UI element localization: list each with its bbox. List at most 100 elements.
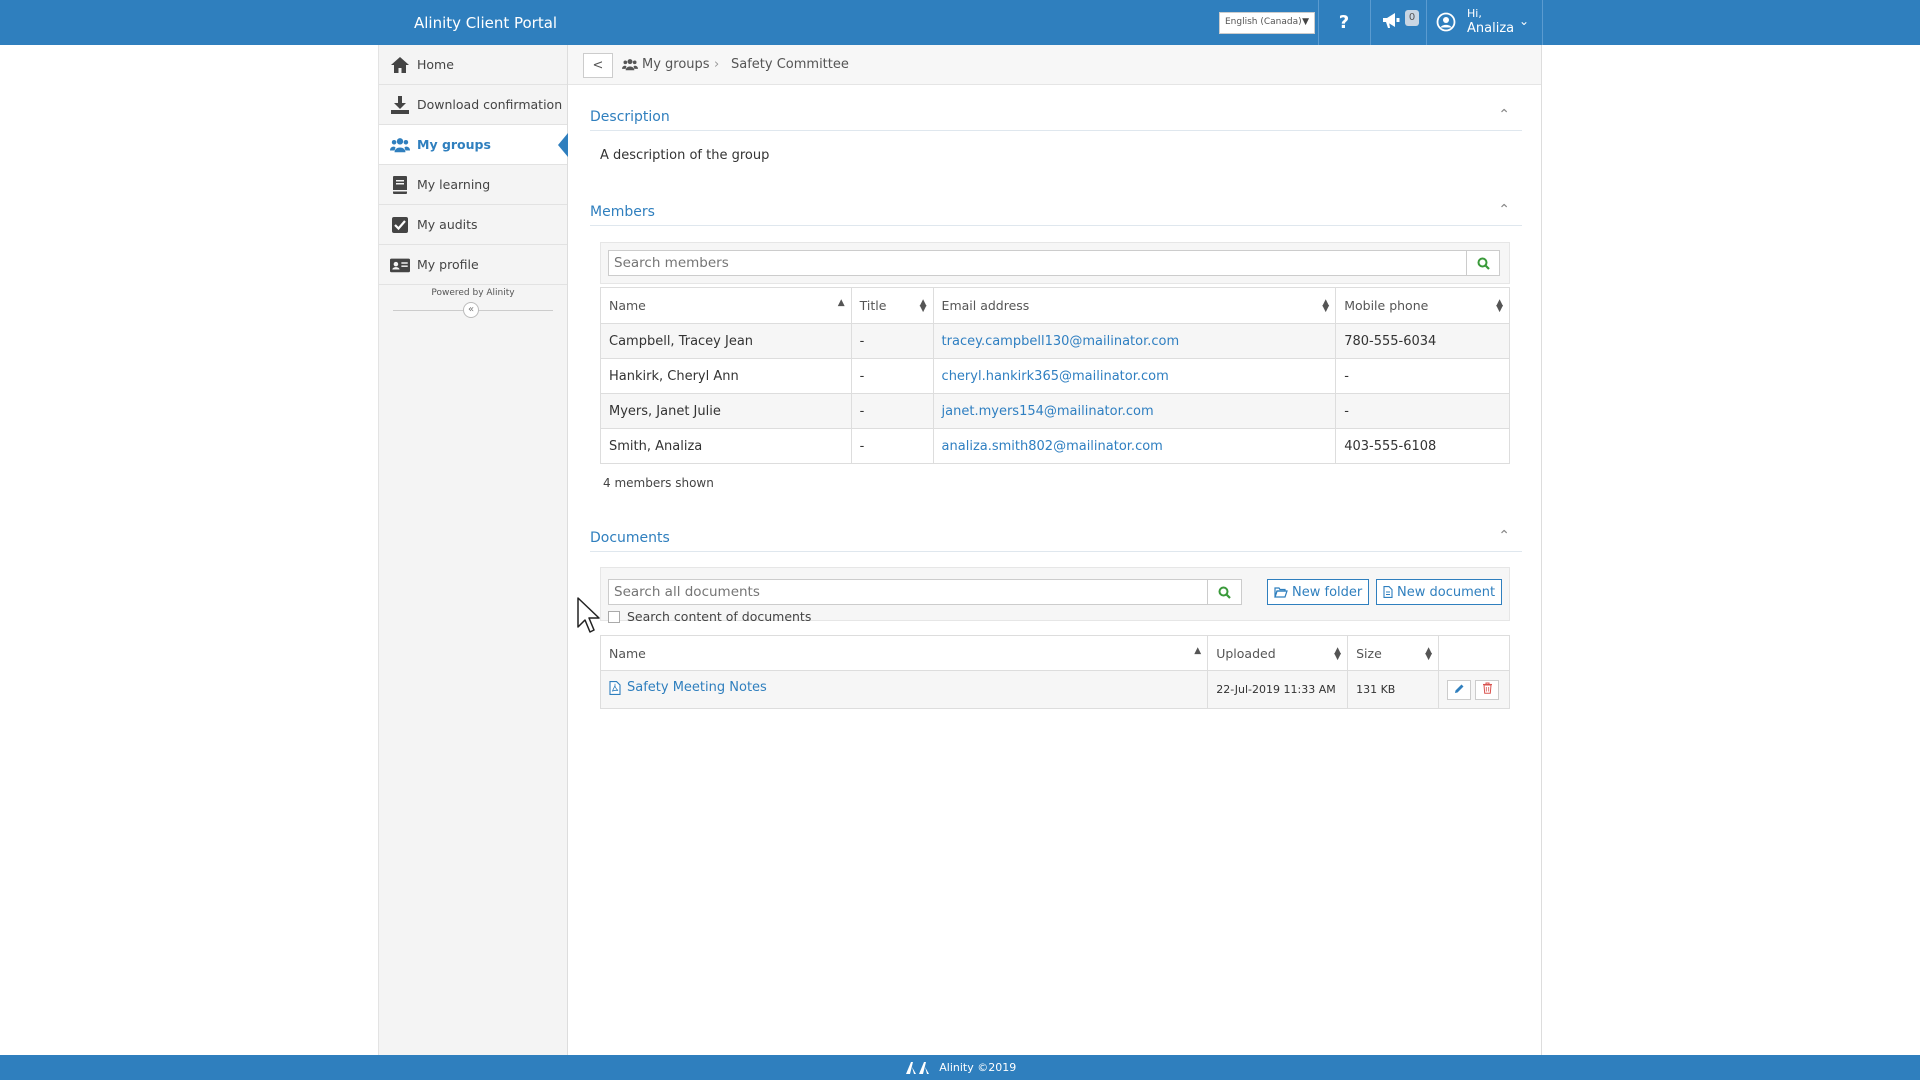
documents-section-header[interactable]: Documents ⌃	[590, 526, 1522, 552]
user-menu-button[interactable]: Hi, Analiza ⌄	[1427, 0, 1542, 45]
column-header-size[interactable]: Size ▲ ▼	[1347, 635, 1440, 671]
section-title: Description	[590, 109, 670, 125]
sidebar-collapse-row: «	[393, 300, 553, 320]
description-section-header[interactable]: Description ⌃	[590, 105, 1522, 131]
table-row: Smith, Analiza - analiza.smith802@mailin…	[600, 428, 1510, 464]
column-header-uploaded[interactable]: Uploaded ▲ ▼	[1207, 635, 1349, 671]
collapse-sidebar-button[interactable]: «	[463, 302, 479, 318]
sidebar-item-my-learning[interactable]: My learning	[379, 165, 567, 205]
member-phone: -	[1335, 358, 1510, 394]
folder-open-icon	[1274, 586, 1288, 598]
member-email-link[interactable]: tracey.campbell130@mailinator.com	[942, 334, 1180, 349]
edit-document-button[interactable]	[1447, 679, 1472, 700]
document-uploaded: 22-Jul-2019 11:33 AM	[1207, 670, 1349, 709]
help-button[interactable]: ?	[1318, 0, 1370, 45]
alinity-logo-icon	[905, 1062, 929, 1074]
app-title[interactable]: Alinity Client Portal	[414, 14, 557, 32]
sidebar-item-label: My profile	[417, 257, 479, 272]
section-title: Documents	[590, 530, 670, 546]
search-members-input[interactable]	[609, 251, 1466, 275]
footer-text: Alinity ©2019	[939, 1061, 1017, 1074]
new-document-label: New document	[1397, 584, 1496, 600]
member-phone: 780-555-6034	[1335, 323, 1510, 359]
user-greeting: Hi,	[1467, 7, 1482, 20]
back-button[interactable]: <	[583, 53, 613, 78]
sidebar-item-label: My groups	[417, 137, 491, 152]
user-circle-icon	[1436, 12, 1456, 32]
search-members-button[interactable]	[1466, 250, 1500, 276]
document-link[interactable]: Safety Meeting Notes	[609, 680, 767, 695]
new-folder-label: New folder	[1292, 584, 1363, 600]
column-header-mobile-phone[interactable]: Mobile phone ▲ ▼	[1335, 287, 1510, 324]
column-header-title[interactable]: Title ▲ ▼	[850, 287, 934, 324]
member-title: -	[850, 323, 934, 359]
language-select[interactable]: English (Canada) ▼	[1219, 12, 1315, 34]
chevron-up-icon[interactable]: ⌃	[1498, 528, 1510, 544]
breadcrumb-separator: ›	[714, 57, 720, 72]
breadcrumb-parent-link[interactable]: My groups	[642, 57, 710, 72]
search-documents-field[interactable]	[608, 579, 1208, 605]
breadcrumb-current: Safety Committee	[731, 57, 849, 72]
notification-count-badge: 0	[1405, 10, 1419, 26]
search-members-field[interactable]	[608, 250, 1467, 276]
chevron-up-icon[interactable]: ⌃	[1498, 202, 1510, 218]
column-header-email[interactable]: Email address ▲ ▼	[932, 287, 1337, 324]
megaphone-icon	[1383, 13, 1400, 28]
member-email-link[interactable]: cheryl.hankirk365@mailinator.com	[942, 369, 1169, 384]
column-header-name[interactable]: Name ▲	[599, 635, 1209, 671]
delete-document-button[interactable]	[1475, 679, 1500, 700]
trash-icon	[1482, 682, 1492, 694]
member-name: Smith, Analiza	[600, 428, 852, 464]
new-folder-button[interactable]: New folder	[1267, 579, 1370, 605]
chevron-up-icon[interactable]: ⌃	[1498, 107, 1510, 123]
members-count-text: 4 members shown	[603, 476, 714, 490]
sidebar-item-download-confirmation[interactable]: Download confirmation	[379, 85, 567, 125]
search-documents-button[interactable]	[1207, 579, 1242, 605]
user-name: Analiza	[1467, 21, 1515, 36]
search-icon	[1218, 586, 1231, 599]
search-content-option[interactable]: Search content of documents	[608, 609, 811, 624]
column-header-actions	[1438, 635, 1510, 671]
column-label: Uploaded	[1216, 645, 1276, 661]
member-email-link[interactable]: janet.myers154@mailinator.com	[942, 404, 1154, 419]
footer: Alinity ©2019	[0, 1055, 1920, 1080]
search-content-checkbox[interactable]	[608, 610, 620, 623]
checkbox-icon	[392, 217, 408, 233]
member-name: Campbell, Tracey Jean	[600, 323, 852, 359]
column-label: Title	[859, 298, 887, 313]
chevron-down-icon: ⌄	[1519, 14, 1530, 28]
member-phone: -	[1335, 393, 1510, 429]
column-label: Name	[609, 645, 646, 661]
sidebar: Home Download confirmation My groups My …	[378, 45, 568, 1055]
document-name: Safety Meeting Notes	[627, 680, 767, 696]
mouse-cursor-icon	[577, 597, 600, 633]
sort-icon: ▲ ▼	[1496, 298, 1503, 314]
caret-down-icon: ▼	[1302, 17, 1309, 27]
active-indicator	[558, 133, 568, 157]
sidebar-item-my-groups[interactable]: My groups	[379, 125, 568, 165]
column-label: Size	[1356, 645, 1382, 661]
notifications-button[interactable]: 0	[1371, 0, 1426, 45]
language-select-value: English (Canada)	[1225, 17, 1302, 27]
sort-icon: ▲ ▼	[1425, 646, 1433, 662]
member-title: -	[850, 358, 934, 394]
member-email-link[interactable]: analiza.smith802@mailinator.com	[942, 439, 1163, 454]
id-card-icon	[390, 258, 410, 273]
sidebar-item-my-audits[interactable]: My audits	[379, 205, 567, 245]
main-content: < My groups › Safety Committee Descripti…	[568, 45, 1542, 1055]
documents-table: Name ▲ Uploaded ▲ ▼ Size ▲ ▼ Safety Meeting N…	[599, 635, 1510, 709]
sort-asc-icon: ▲	[837, 298, 845, 308]
top-divider	[1542, 0, 1543, 45]
home-icon	[391, 57, 409, 73]
sort-icon: ▲ ▼	[1334, 646, 1342, 662]
search-documents-input[interactable]	[609, 580, 1207, 604]
members-section-header[interactable]: Members ⌃	[590, 200, 1522, 226]
section-title: Members	[590, 204, 655, 220]
column-header-name[interactable]: Name ▲	[600, 287, 852, 324]
new-document-button[interactable]: New document	[1376, 579, 1503, 605]
sidebar-item-home[interactable]: Home	[379, 45, 567, 85]
member-name: Myers, Janet Julie	[600, 393, 852, 429]
column-label: Mobile phone	[1344, 298, 1429, 313]
help-icon: ?	[1338, 12, 1350, 33]
sidebar-item-my-profile[interactable]: My profile	[379, 245, 567, 285]
